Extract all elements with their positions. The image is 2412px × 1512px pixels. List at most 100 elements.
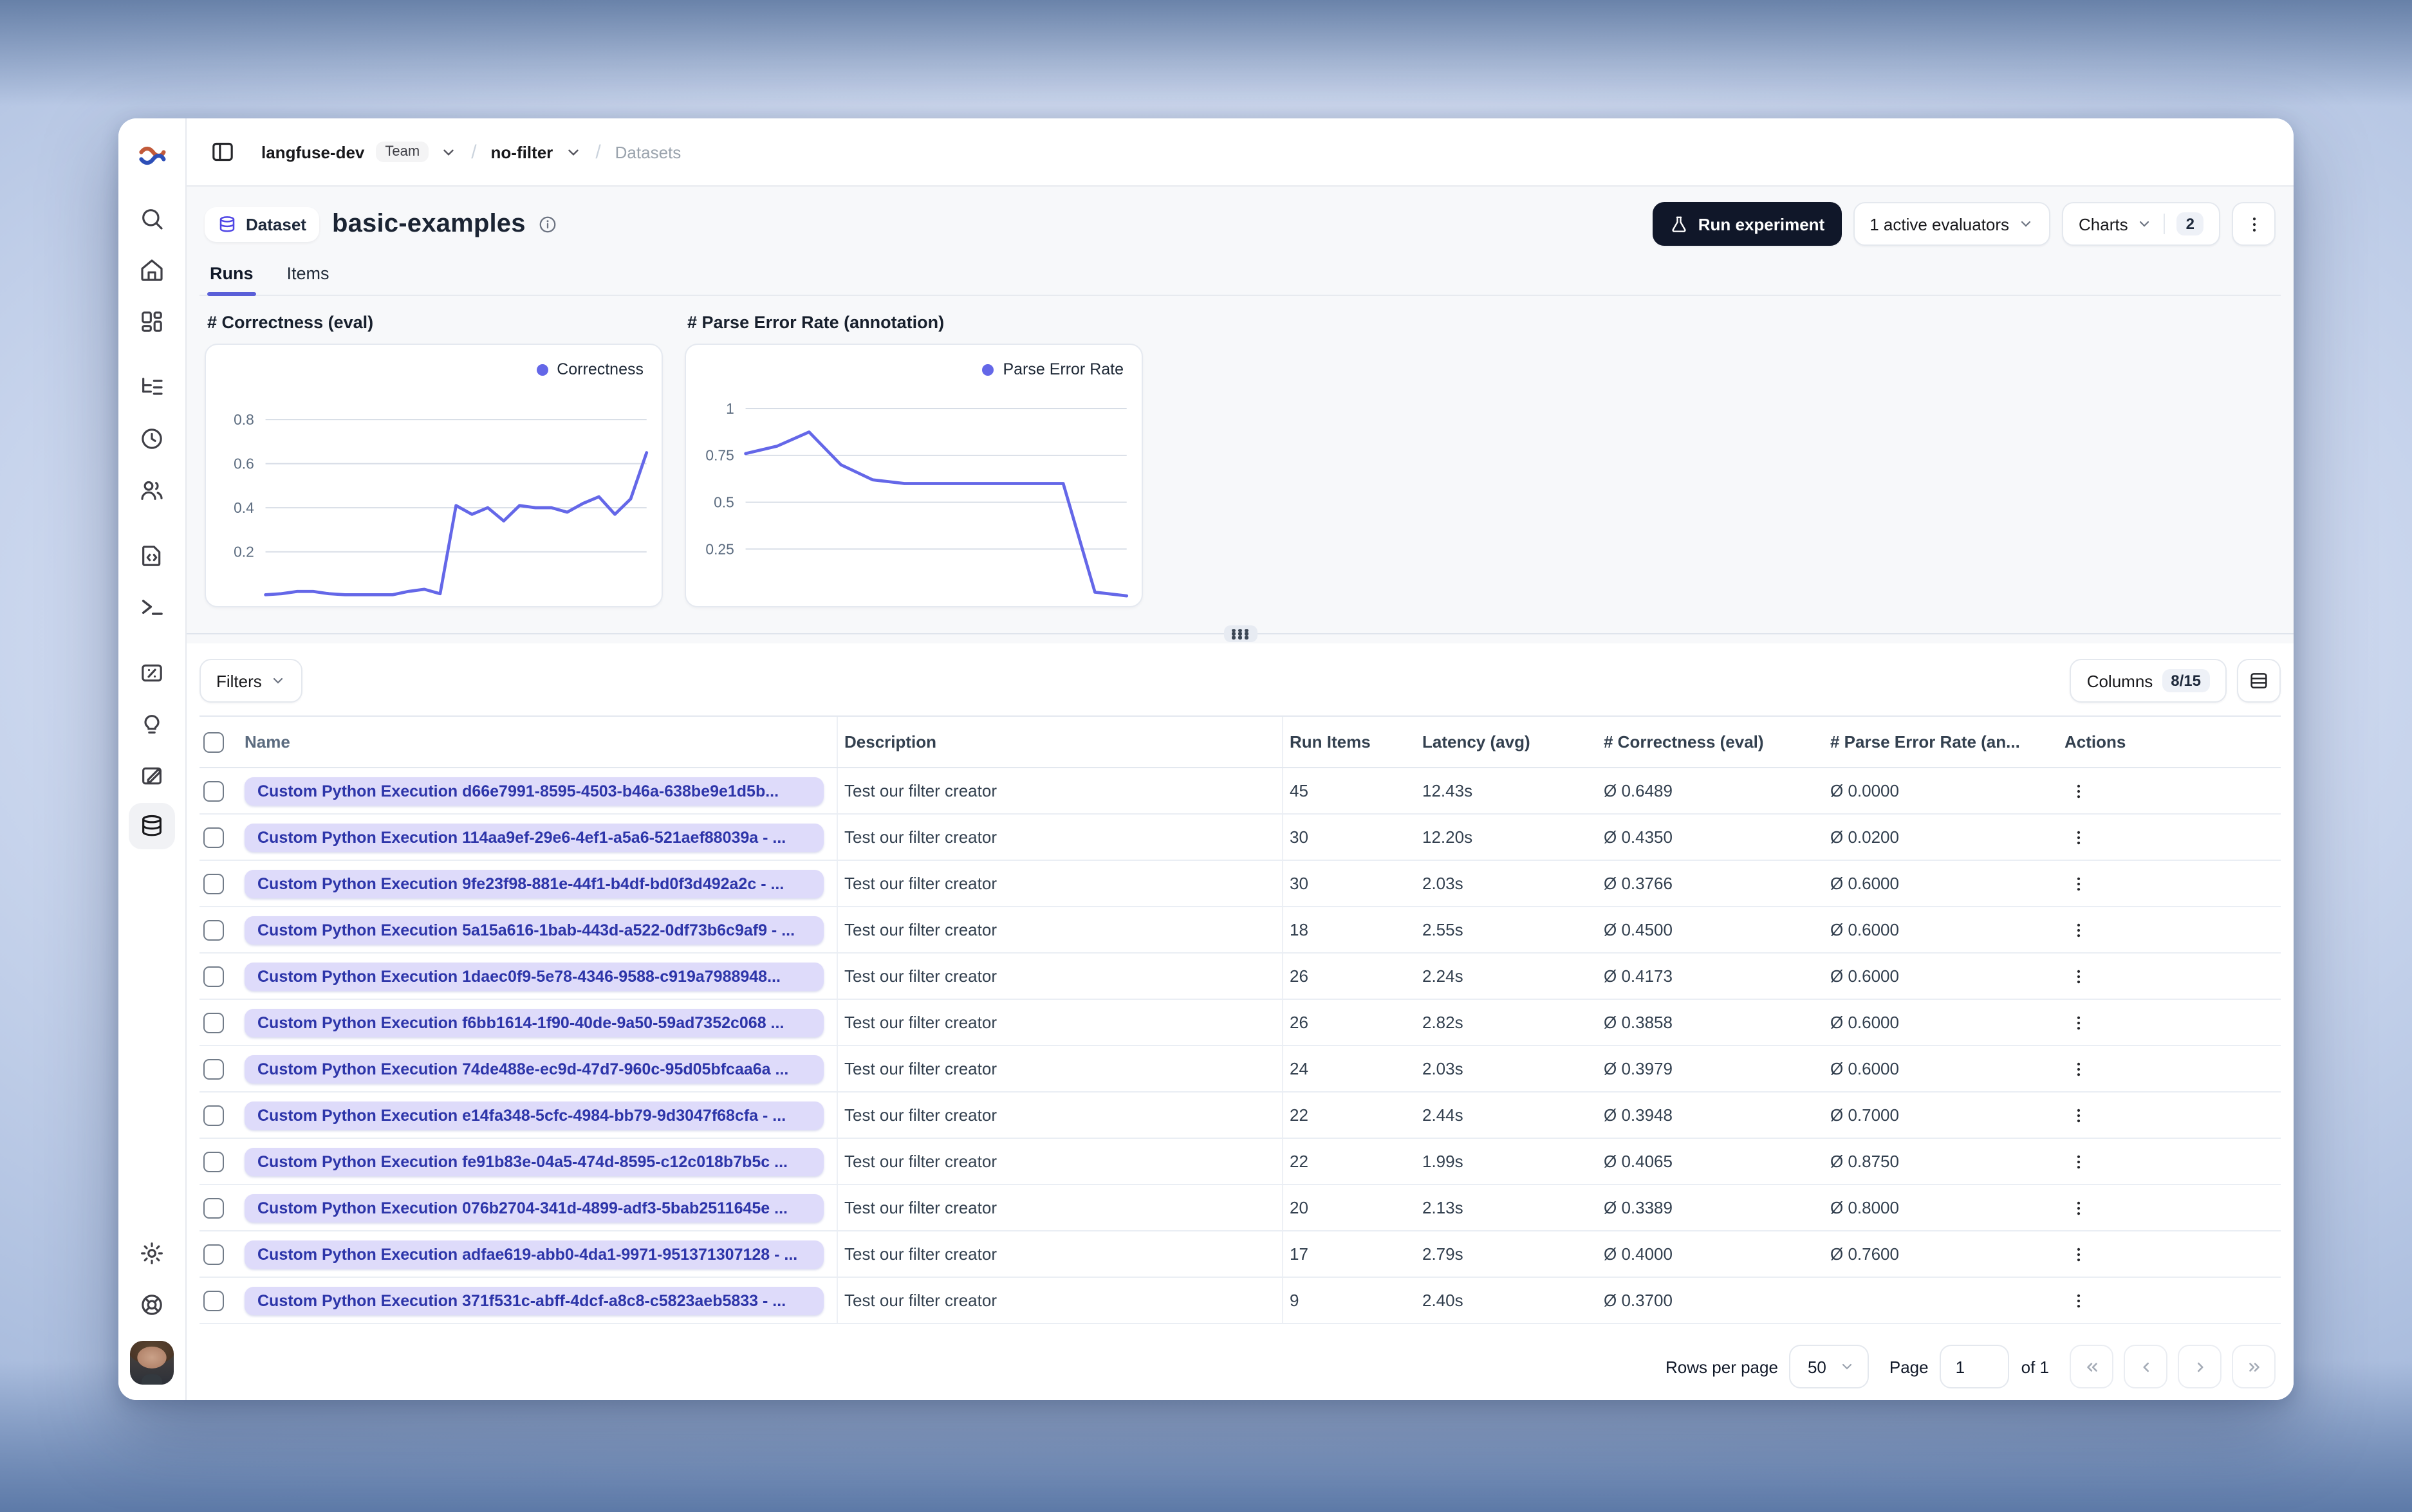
run-description: Test our filter creator xyxy=(838,1231,1283,1277)
sessions-icon[interactable] xyxy=(139,426,165,452)
table-row[interactable]: Custom Python Execution 371f531c-abff-4d… xyxy=(199,1278,2281,1324)
chevron-down-icon[interactable] xyxy=(440,143,457,160)
last-page-button[interactable] xyxy=(2232,1345,2276,1388)
row-actions-button[interactable] xyxy=(2058,921,2281,939)
row-checkbox[interactable] xyxy=(203,1244,224,1264)
run-name-pill[interactable]: Custom Python Execution 371f531c-abff-4d… xyxy=(245,1286,824,1314)
scores-icon[interactable] xyxy=(139,660,165,686)
active-evaluators-button[interactable]: 1 active evaluators xyxy=(1853,202,2051,246)
user-avatar[interactable] xyxy=(130,1341,174,1385)
row-checkbox[interactable] xyxy=(203,873,224,894)
rows-per-page-select[interactable]: 50 xyxy=(1789,1345,1869,1388)
table-row[interactable]: Custom Python Execution 114aa9ef-29e6-4e… xyxy=(199,815,2281,861)
row-checkbox[interactable] xyxy=(203,966,224,986)
row-actions-button[interactable] xyxy=(2058,1152,2281,1170)
users-icon[interactable] xyxy=(139,477,165,503)
parse-error-value: Ø 0.8750 xyxy=(1830,1152,1899,1171)
row-actions-button[interactable] xyxy=(2058,1106,2281,1124)
support-icon[interactable] xyxy=(139,1292,165,1318)
breadcrumb-section[interactable]: Datasets xyxy=(615,142,682,161)
more-actions-button[interactable] xyxy=(2232,202,2276,246)
chevron-left-icon xyxy=(2142,1361,2149,1372)
row-actions-button[interactable] xyxy=(2058,1013,2281,1031)
select-all-checkbox[interactable] xyxy=(203,732,224,752)
run-experiment-button[interactable]: Run experiment xyxy=(1653,202,1842,246)
row-height-button[interactable] xyxy=(2237,659,2281,703)
page-number-input[interactable] xyxy=(1940,1345,2010,1388)
row-checkbox[interactable] xyxy=(203,1012,224,1033)
col-header-name[interactable]: Name xyxy=(238,717,838,767)
col-header-run-items[interactable]: Run Items xyxy=(1283,732,1416,751)
run-name-pill[interactable]: Custom Python Execution f6bb1614-1f90-40… xyxy=(245,1008,824,1037)
row-actions-button[interactable] xyxy=(2058,1245,2281,1263)
datasets-icon-active[interactable] xyxy=(129,803,175,849)
col-header-latency[interactable]: Latency (avg) xyxy=(1416,732,1597,751)
row-actions-button[interactable] xyxy=(2058,1199,2281,1217)
row-checkbox[interactable] xyxy=(203,1151,224,1172)
row-actions-button[interactable] xyxy=(2058,874,2281,892)
sidebar-toggle-icon[interactable] xyxy=(210,139,236,165)
table-row[interactable]: Custom Python Execution 5a15a616-1bab-44… xyxy=(199,907,2281,954)
run-name-pill[interactable]: Custom Python Execution 1daec0f9-5e78-43… xyxy=(245,962,824,990)
row-actions-button[interactable] xyxy=(2058,1060,2281,1078)
row-checkbox[interactable] xyxy=(203,1290,224,1311)
flask-icon xyxy=(1673,216,1687,232)
filters-button[interactable]: Filters xyxy=(199,659,303,703)
table-row[interactable]: Custom Python Execution 1daec0f9-5e78-43… xyxy=(199,954,2281,1000)
breadcrumb-project[interactable]: no-filter xyxy=(491,142,553,161)
info-icon[interactable] xyxy=(539,214,558,234)
run-name-pill[interactable]: Custom Python Execution e14fa348-5cfc-49… xyxy=(245,1101,824,1129)
run-name-pill[interactable]: Custom Python Execution 5a15a616-1bab-44… xyxy=(245,916,824,944)
row-checkbox[interactable] xyxy=(203,1058,224,1079)
row-actions-button[interactable] xyxy=(2058,967,2281,985)
chevron-down-icon[interactable] xyxy=(564,143,581,160)
drag-handle-icon[interactable] xyxy=(1223,625,1257,642)
table-row[interactable]: Custom Python Execution e14fa348-5cfc-49… xyxy=(199,1093,2281,1139)
home-icon[interactable] xyxy=(139,257,165,283)
row-checkbox[interactable] xyxy=(203,919,224,940)
charts-button[interactable]: Charts 2 xyxy=(2062,202,2220,246)
evaluators-icon[interactable] xyxy=(139,712,165,737)
table-row[interactable]: Custom Python Execution adfae619-abb0-4d… xyxy=(199,1231,2281,1278)
row-actions-button[interactable] xyxy=(2058,782,2281,800)
langfuse-logo[interactable] xyxy=(138,142,166,170)
table-row[interactable]: Custom Python Execution 9fe23f98-881e-44… xyxy=(199,861,2281,907)
run-name-pill[interactable]: Custom Python Execution 9fe23f98-881e-44… xyxy=(245,869,824,898)
col-header-description[interactable]: Description xyxy=(838,717,1283,767)
row-checkbox[interactable] xyxy=(203,1197,224,1218)
run-name-pill[interactable]: Custom Python Execution 114aa9ef-29e6-4e… xyxy=(245,823,824,851)
col-header-parse-error[interactable]: # Parse Error Rate (an... xyxy=(1824,732,2058,751)
row-checkbox[interactable] xyxy=(203,1105,224,1125)
search-icon[interactable] xyxy=(139,206,165,232)
tab-items[interactable]: Items xyxy=(284,264,332,295)
next-page-button[interactable] xyxy=(2178,1345,2222,1388)
columns-button[interactable]: Columns 8/15 xyxy=(2070,659,2227,703)
run-name-pill[interactable]: Custom Python Execution adfae619-abb0-4d… xyxy=(245,1240,824,1268)
run-name-pill[interactable]: Custom Python Execution d66e7991-8595-45… xyxy=(245,777,824,805)
table-row[interactable]: Custom Python Execution fe91b83e-04a5-47… xyxy=(199,1139,2281,1185)
tracing-icon[interactable] xyxy=(139,374,165,400)
playground-icon[interactable] xyxy=(139,595,165,620)
run-name-pill[interactable]: Custom Python Execution 076b2704-341d-48… xyxy=(245,1194,824,1222)
table-row[interactable]: Custom Python Execution 076b2704-341d-48… xyxy=(199,1185,2281,1231)
table-row[interactable]: Custom Python Execution d66e7991-8595-45… xyxy=(199,768,2281,815)
annotation-queues-icon[interactable] xyxy=(139,763,165,789)
table-row[interactable]: Custom Python Execution f6bb1614-1f90-40… xyxy=(199,1000,2281,1046)
dashboards-icon[interactable] xyxy=(139,309,165,335)
row-checkbox[interactable] xyxy=(203,827,224,847)
previous-page-button[interactable] xyxy=(2124,1345,2167,1388)
settings-icon[interactable] xyxy=(139,1240,165,1266)
first-page-button[interactable] xyxy=(2070,1345,2113,1388)
chevron-down-icon xyxy=(2137,216,2153,232)
run-name-pill[interactable]: Custom Python Execution 74de488e-ec9d-47… xyxy=(245,1055,824,1083)
table-row[interactable]: Custom Python Execution 74de488e-ec9d-47… xyxy=(199,1046,2281,1093)
row-actions-button[interactable] xyxy=(2058,1291,2281,1309)
col-header-correctness[interactable]: # Correctness (eval) xyxy=(1597,732,1824,751)
latency-value: 2.40s xyxy=(1422,1291,1463,1310)
tab-runs[interactable]: Runs xyxy=(207,264,256,296)
prompts-icon[interactable] xyxy=(139,543,165,569)
row-actions-button[interactable] xyxy=(2058,828,2281,846)
run-name-pill[interactable]: Custom Python Execution fe91b83e-04a5-47… xyxy=(245,1147,824,1175)
breadcrumb-org[interactable]: langfuse-dev xyxy=(261,142,364,161)
row-checkbox[interactable] xyxy=(203,780,224,801)
